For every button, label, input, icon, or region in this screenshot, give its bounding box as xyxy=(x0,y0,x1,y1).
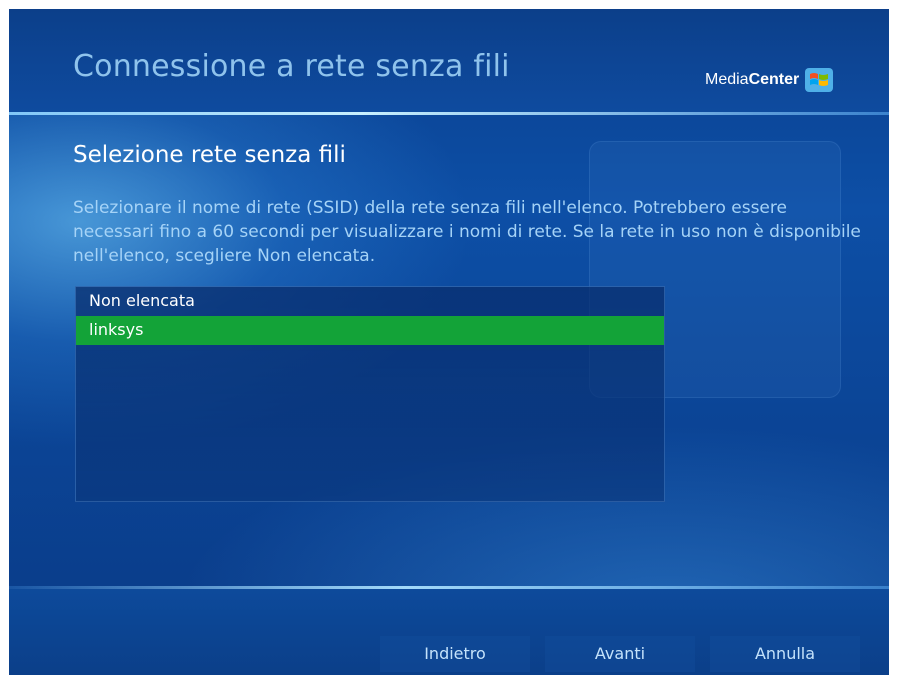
page-title: Selezione rete senza fili xyxy=(73,142,346,168)
cancel-button[interactable]: Annulla xyxy=(710,636,860,672)
header-bar: Connessione a rete senza fili MediaCente… xyxy=(9,9,889,112)
media-center-screen: Connessione a rete senza fili MediaCente… xyxy=(9,9,889,675)
window-title: Connessione a rete senza fili xyxy=(73,49,510,84)
network-item-linksys[interactable]: linksys xyxy=(76,316,664,345)
brand-center-text: Center xyxy=(748,71,800,88)
windows-flag-icon xyxy=(805,68,834,92)
back-button[interactable]: Indietro xyxy=(380,636,530,672)
instructions-text: Selezionare il nome di rete (SSID) della… xyxy=(73,198,861,266)
media-center-logo: MediaCenter xyxy=(705,66,834,94)
network-item-non-elencata[interactable]: Non elencata xyxy=(76,287,664,316)
header-divider xyxy=(9,112,889,115)
brand-media-text: Media xyxy=(705,71,749,88)
network-list[interactable]: Non elencata linksys xyxy=(75,286,665,502)
next-button[interactable]: Avanti xyxy=(545,636,695,672)
